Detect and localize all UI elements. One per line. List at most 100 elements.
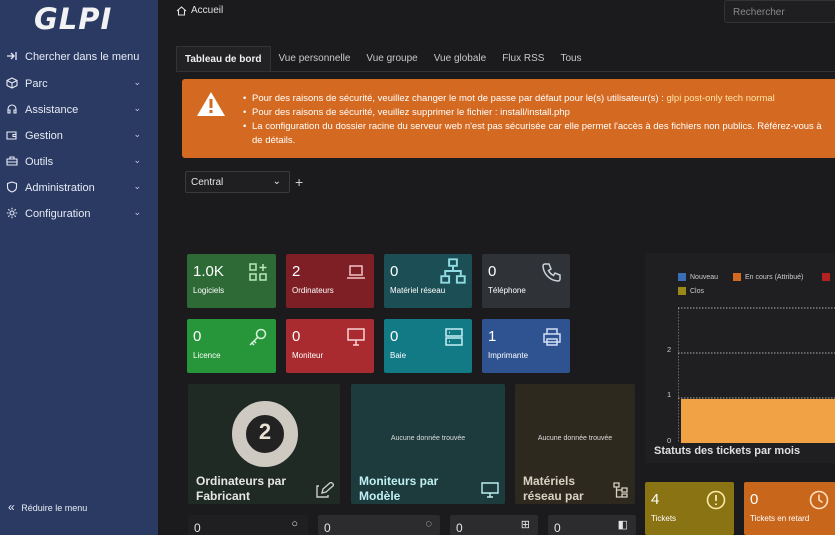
- y-tick: 1: [667, 390, 672, 399]
- card-logiciels[interactable]: 1.0K Logiciels: [187, 254, 276, 308]
- sidebar-item-assistance[interactable]: Assistance ⌄: [0, 98, 158, 122]
- card-telephone[interactable]: 0 Téléphone: [482, 254, 570, 308]
- widget-title-line: Ordinateurs par: [196, 474, 287, 488]
- alert-text: Pour des raisons de sécurité, veuillez c…: [252, 93, 667, 104]
- ticket-status-chart: 2 1 0: [645, 253, 835, 463]
- no-data-text: Aucune donnée trouvée: [537, 435, 613, 442]
- y-tick: 2: [667, 345, 672, 354]
- alert-text: La configuration du dossier racine du se…: [252, 121, 822, 132]
- tab-vue-groupe[interactable]: Vue groupe: [358, 46, 425, 72]
- glpi-logo[interactable]: GLPI: [34, 2, 112, 36]
- card-value: 0: [456, 521, 463, 535]
- tab-tous[interactable]: Tous: [552, 46, 589, 72]
- monitor-icon: [481, 482, 499, 498]
- legend-swatch: [678, 273, 686, 281]
- sidebar-item-administration[interactable]: Administration ⌄: [0, 176, 158, 200]
- widget-title-line: Modèle: [359, 489, 401, 503]
- card-licence[interactable]: 0 Licence: [187, 319, 276, 373]
- sidebar-item-parc[interactable]: Parc ⌄: [0, 72, 158, 96]
- card-label: Tickets en retard: [750, 514, 810, 523]
- no-data-text: Aucune donnée trouvée: [390, 435, 466, 442]
- card-value: 2: [292, 263, 301, 280]
- legend-item-red[interactable]: [822, 273, 834, 281]
- bottom-card[interactable]: 0 ○: [188, 515, 308, 535]
- tab-tableau-de-bord[interactable]: Tableau de bord: [176, 46, 271, 72]
- add-dashboard-button[interactable]: +: [295, 174, 303, 190]
- sidebar-item-search-menu[interactable]: Chercher dans le menu: [0, 45, 158, 69]
- card-moniteur[interactable]: 0 Moniteur: [286, 319, 374, 373]
- card-ordinateurs[interactable]: 2 Ordinateurs: [286, 254, 374, 308]
- card-value: 0: [292, 328, 301, 345]
- tab-vue-globale[interactable]: Vue globale: [426, 46, 494, 72]
- chevron-down-icon: ⌄: [133, 77, 141, 87]
- dashboard-select[interactable]: Central ⌄: [185, 171, 290, 193]
- card-value: 1.0K: [193, 263, 224, 280]
- card-label: Baie: [390, 351, 407, 360]
- card-value: 0: [488, 263, 497, 280]
- bottom-card[interactable]: 0 ⊞: [450, 515, 538, 535]
- legend-item-nouveau[interactable]: Nouveau: [678, 273, 718, 281]
- bottom-card[interactable]: 0 ◌: [318, 515, 440, 535]
- bottom-card[interactable]: 0 ◧: [548, 515, 636, 535]
- widget-title: Moniteurs par Modèle: [359, 474, 438, 504]
- legend-item-en-cours[interactable]: En cours (Attribué): [733, 273, 803, 281]
- chevron-down-icon: ⌄: [133, 207, 141, 217]
- alert-circle-icon: [706, 490, 726, 510]
- sidebar: GLPI Chercher dans le menu Parc ⌄ Assist…: [0, 0, 158, 535]
- widget-title-line: Fabricant: [196, 489, 251, 503]
- collapse-menu-label: Réduire le menu: [21, 503, 88, 513]
- search-input[interactable]: Rechercher: [724, 0, 835, 23]
- phone-icon: [542, 263, 561, 282]
- widget-title: Matériels réseau par: [523, 474, 584, 504]
- wallet-icon: [6, 131, 17, 140]
- shield-icon: [6, 181, 18, 193]
- hierarchy-icon: [613, 482, 628, 498]
- widget-materiels-reseau: Aucune donnée trouvée Matériels réseau pa…: [515, 384, 635, 504]
- headset-icon: [7, 104, 17, 114]
- card-tickets[interactable]: 4 Tickets: [645, 482, 734, 535]
- widget-title: Ordinateurs par Fabricant: [196, 474, 286, 504]
- sidebar-item-configuration[interactable]: Configuration ⌄: [0, 202, 158, 226]
- warning-icon: [197, 92, 225, 116]
- chart-plot: [678, 307, 835, 443]
- card-label: Logiciels: [193, 286, 225, 295]
- tab-vue-personnelle[interactable]: Vue personnelle: [271, 46, 359, 72]
- card-value: 0: [750, 491, 759, 508]
- alert-users-link[interactable]: glpi post-only tech normal: [667, 93, 775, 104]
- box-icon: [6, 77, 18, 89]
- card-label: Moniteur: [292, 351, 324, 360]
- donut-value: 2: [258, 419, 272, 444]
- widget-title-line: Moniteurs par: [359, 474, 439, 488]
- collapse-menu-button[interactable]: « Réduire le menu: [8, 500, 87, 514]
- card-value: 0: [554, 521, 561, 535]
- legend-swatch: [733, 273, 741, 281]
- legend-label: En cours (Attribué): [745, 273, 804, 281]
- sidebar-item-label: Configuration: [25, 208, 91, 220]
- card-imprimante[interactable]: 1 Imprimante: [482, 319, 570, 373]
- gear-icon: [6, 207, 18, 219]
- breadcrumb[interactable]: Accueil: [176, 5, 223, 16]
- security-alert: Pour des raisons de sécurité, veuillez c…: [182, 79, 835, 158]
- monitor-icon: [347, 328, 365, 346]
- sidebar-item-label: Administration: [25, 182, 95, 194]
- card-materiel-reseau[interactable]: 0 Matériel réseau: [384, 254, 472, 308]
- card-tickets-en-retard[interactable]: 0 Tickets en retard: [744, 482, 835, 535]
- widget-title-line: Matériels: [523, 474, 576, 488]
- chevron-down-icon: ⌄: [133, 155, 141, 165]
- legend-item-clos[interactable]: Clos: [678, 287, 704, 295]
- sidebar-item-label: Parc: [25, 78, 48, 90]
- sidebar-item-gestion[interactable]: Gestion ⌄: [0, 124, 158, 148]
- sidebar-item-outils[interactable]: Outils ⌄: [0, 150, 158, 174]
- card-value: 0: [390, 263, 399, 280]
- sidebar-item-label: Outils: [25, 156, 54, 168]
- home-icon: [176, 5, 187, 16]
- card-value: 0: [324, 521, 331, 535]
- clock-icon: [809, 490, 829, 510]
- cart-icon: ⊞: [520, 519, 530, 531]
- legend-swatch: [678, 287, 686, 295]
- y-tick: 0: [667, 436, 672, 445]
- card-baie[interactable]: 0 Baie: [384, 319, 472, 373]
- tab-flux-rss[interactable]: Flux RSS: [494, 46, 552, 72]
- dashboard-tabs: Tableau de bord Vue personnelle Vue grou…: [176, 46, 590, 72]
- legend-label: Nouveau: [690, 273, 719, 281]
